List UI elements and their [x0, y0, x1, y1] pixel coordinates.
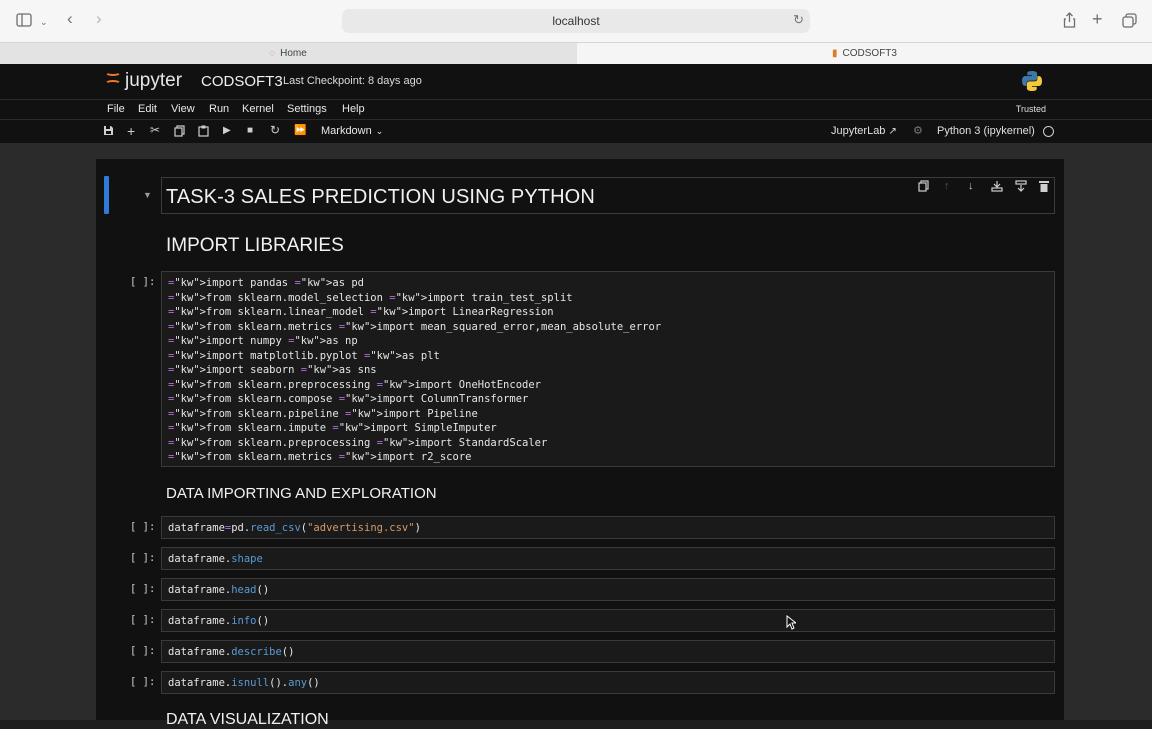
- fast-forward-icon[interactable]: ⏩: [294, 125, 306, 136]
- python-icon: [1022, 71, 1042, 91]
- checkpoint-status: Last Checkpoint: 8 days ago: [283, 75, 422, 87]
- browser-tab-bar: ◌ Home ▮ CODSOFT3: [0, 42, 1152, 64]
- stop-icon[interactable]: ■: [247, 125, 253, 136]
- code-editor[interactable]: dataframe.head(): [168, 583, 269, 598]
- menu-settings[interactable]: Settings: [287, 103, 327, 115]
- code-cell-describe[interactable]: dataframe.describe(): [161, 640, 1055, 663]
- cell-prompt: [ ]:: [130, 583, 156, 595]
- reload-icon[interactable]: ↻: [793, 12, 804, 28]
- browser-toolbar: ⌄ ‹ › localhost ↻ +: [0, 0, 1152, 42]
- jupyter-logo-icon: [105, 69, 121, 89]
- cell-type-select[interactable]: Markdown ⌄: [321, 125, 383, 137]
- share-icon[interactable]: [1063, 12, 1076, 32]
- jupyterlab-label: JupyterLab: [831, 125, 886, 137]
- move-down-icon[interactable]: ↓: [968, 180, 974, 192]
- code-cell-head[interactable]: dataframe.head(): [161, 578, 1055, 601]
- insert-above-icon[interactable]: [991, 180, 1003, 195]
- sidebar-toggle-icon[interactable]: [16, 13, 32, 31]
- restart-icon[interactable]: ↻: [270, 123, 280, 137]
- tab-codsoft3[interactable]: ▮ CODSOFT3: [577, 43, 1152, 64]
- collapse-caret-icon[interactable]: ▼: [143, 190, 152, 200]
- cell-prompt: [ ]:: [130, 552, 156, 564]
- mouse-pointer-icon: [786, 615, 796, 630]
- heading-main: TASK-3 SALES PREDICTION USING PYTHON: [166, 186, 595, 208]
- kernel-name[interactable]: Python 3 (ipykernel): [937, 125, 1035, 137]
- heading-import-libraries: IMPORT LIBRARIES: [166, 235, 344, 256]
- trusted-indicator[interactable]: Trusted: [1016, 104, 1046, 114]
- heading-data-visualization: DATA VISUALIZATION: [166, 711, 329, 728]
- code-cell-imports[interactable]: ="kw">import pandas ="kw">as pd ="kw">fr…: [161, 271, 1055, 467]
- chevron-down-icon[interactable]: ⌄: [40, 14, 48, 30]
- cut-icon[interactable]: ✂: [150, 123, 160, 137]
- kernel-status-icon: [1043, 126, 1054, 137]
- new-tab-icon[interactable]: +: [1092, 10, 1103, 28]
- code-editor[interactable]: dataframe.describe(): [168, 645, 294, 660]
- copy-icon[interactable]: [174, 125, 185, 140]
- cell-prompt: [ ]:: [130, 676, 156, 688]
- code-editor[interactable]: dataframe.isnull().any(): [168, 676, 320, 691]
- heading-data-importing: DATA IMPORTING AND EXPLORATION: [166, 485, 437, 502]
- tab-home-label: Home: [280, 48, 307, 59]
- code-editor[interactable]: dataframe=pd.read_csv("advertising.csv"): [168, 521, 421, 536]
- cell-type-value: Markdown: [321, 125, 372, 137]
- tab-codsoft3-label: CODSOFT3: [842, 48, 897, 59]
- code-cell-shape[interactable]: dataframe.shape: [161, 547, 1055, 570]
- code-cell-info[interactable]: dataframe.info(): [161, 609, 1055, 632]
- menu-view[interactable]: View: [171, 103, 195, 115]
- menu-edit[interactable]: Edit: [138, 103, 157, 115]
- chevron-down-icon: ⌄: [375, 126, 384, 136]
- run-icon[interactable]: ▶: [223, 125, 231, 136]
- insert-below-icon[interactable]: [1015, 180, 1027, 195]
- menu-file[interactable]: File: [107, 103, 125, 115]
- menu-bar: File Edit View Run Kernel Settings Help …: [0, 99, 1152, 119]
- active-cell-indicator: [104, 176, 109, 214]
- code-cell-read-csv[interactable]: dataframe=pd.read_csv("advertising.csv"): [161, 516, 1055, 539]
- add-cell-icon[interactable]: +: [127, 123, 135, 139]
- menu-help[interactable]: Help: [342, 103, 365, 115]
- notebook-tab-icon: ▮: [832, 48, 838, 59]
- notebook-toolbar: + ✂ ▶ ■ ↻ ⏩ Markdown ⌄ JupyterLab ↗ ⚙ Pyt…: [0, 119, 1152, 143]
- delete-cell-icon[interactable]: [1039, 180, 1049, 195]
- forward-icon[interactable]: ›: [96, 10, 102, 27]
- notebook-title[interactable]: CODSOFT3: [201, 73, 283, 90]
- tab-overview-icon[interactable]: [1122, 13, 1137, 32]
- external-link-icon: ↗: [888, 126, 897, 137]
- cell-prompt: [ ]:: [130, 614, 156, 626]
- jupyter-header: jupyter CODSOFT3 Last Checkpoint: 8 days…: [0, 64, 1152, 99]
- code-editor[interactable]: ="kw">import pandas ="kw">as pd ="kw">fr…: [168, 276, 661, 465]
- tab-home[interactable]: ◌ Home: [0, 43, 576, 64]
- code-cell-isnull[interactable]: dataframe.isnull().any(): [161, 671, 1055, 694]
- jupyter-logo[interactable]: jupyter: [105, 69, 182, 92]
- cell-prompt: [ ]:: [130, 276, 156, 288]
- menu-kernel[interactable]: Kernel: [242, 103, 274, 115]
- code-editor[interactable]: dataframe.info(): [168, 614, 269, 629]
- address-bar[interactable]: localhost ↻: [342, 9, 810, 33]
- gear-icon[interactable]: ⚙: [913, 124, 923, 137]
- jupyter-logo-text: jupyter: [125, 70, 183, 91]
- cell-prompt: [ ]:: [130, 645, 156, 657]
- paste-icon[interactable]: [198, 125, 209, 140]
- url-text: localhost: [552, 14, 600, 28]
- back-icon[interactable]: ‹: [67, 10, 73, 27]
- menu-run[interactable]: Run: [209, 103, 229, 115]
- jupyterlab-link[interactable]: JupyterLab ↗: [831, 125, 897, 137]
- move-up-icon[interactable]: ↑: [944, 180, 950, 192]
- save-icon[interactable]: [103, 125, 114, 139]
- jupyter-tab-icon: ◌: [269, 48, 276, 59]
- code-editor[interactable]: dataframe.shape: [168, 552, 263, 567]
- duplicate-cell-icon[interactable]: [918, 180, 929, 195]
- cell-prompt: [ ]:: [130, 521, 156, 533]
